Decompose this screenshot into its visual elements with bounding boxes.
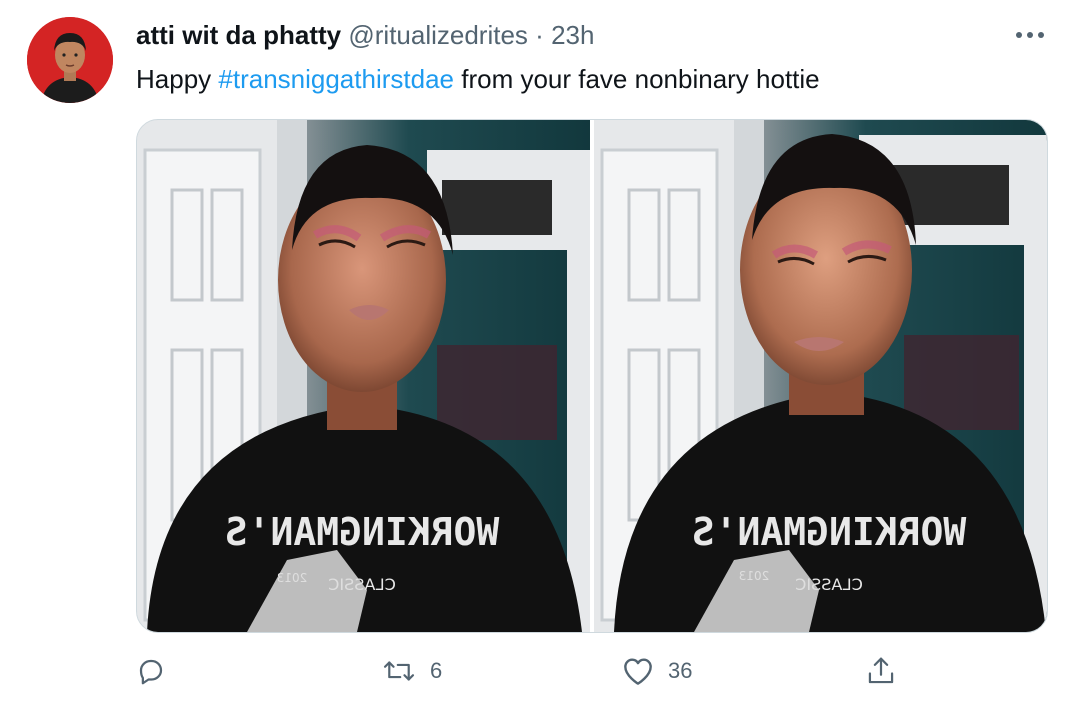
tweet-text: Happy #transniggathirstdae from your fav… xyxy=(136,62,820,96)
photo-1[interactable]: WORKINGMAN'S CLASSIC 2013 xyxy=(137,120,590,632)
tweet-card[interactable]: atti wit da phatty @ritualizedrites · 23… xyxy=(0,0,1080,710)
more-options-button[interactable] xyxy=(1010,22,1050,48)
avatar[interactable] xyxy=(27,17,113,103)
tweet-header: atti wit da phatty @ritualizedrites · 23… xyxy=(136,18,594,52)
like-button[interactable]: 36 xyxy=(622,648,692,694)
more-horizontal-icon xyxy=(1016,32,1044,38)
shirt-text: WORKINGMAN'S xyxy=(692,510,967,554)
like-count: 36 xyxy=(668,658,693,683)
shirt-text: WORKINGMAN'S xyxy=(225,510,500,554)
display-name[interactable]: atti wit da phatty xyxy=(136,20,341,50)
tweet-text-rest: from your fave nonbinary hottie xyxy=(454,64,820,94)
share-icon xyxy=(868,657,894,684)
media-grid: WORKINGMAN'S CLASSIC 2013 xyxy=(136,119,1048,633)
timestamp[interactable]: 23h xyxy=(551,20,594,50)
tweet-text-intro: Happy xyxy=(136,64,219,94)
header-separator: · xyxy=(535,20,544,50)
reply-button[interactable] xyxy=(136,648,180,694)
tweet-actions: 6 36 xyxy=(0,648,1080,694)
user-handle[interactable]: @ritualizedrites xyxy=(348,20,528,50)
hashtag-link[interactable]: #transniggathirstdae xyxy=(218,64,454,94)
photo-2[interactable]: WORKINGMAN'S CLASSIC 2013 xyxy=(594,120,1047,632)
retweet-button[interactable]: 6 xyxy=(382,648,442,694)
retweet-count: 6 xyxy=(430,658,443,683)
heart-icon xyxy=(624,658,652,685)
retweet-icon xyxy=(383,661,415,681)
reply-icon xyxy=(139,659,163,685)
share-button[interactable] xyxy=(866,648,896,694)
